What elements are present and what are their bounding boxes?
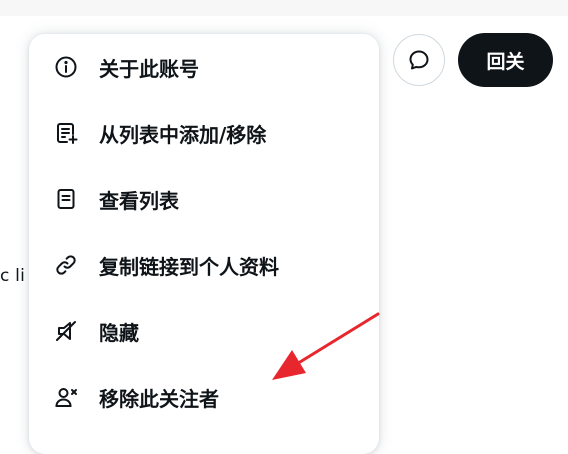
list-add-icon bbox=[53, 120, 79, 146]
menu-item-copy-profile-link[interactable]: 复制链接到个人资料 bbox=[29, 232, 379, 298]
menu-item-about-account[interactable]: 关于此账号 bbox=[29, 34, 379, 100]
menu-item-label: 复制链接到个人资料 bbox=[99, 254, 279, 279]
menu-item-label: 隐藏 bbox=[99, 320, 139, 345]
background-text: c li bbox=[0, 266, 25, 286]
message-icon bbox=[409, 50, 429, 70]
message-button[interactable] bbox=[393, 34, 445, 86]
remove-follower-icon bbox=[53, 384, 79, 410]
menu-item-remove-follower[interactable]: 移除此关注者 bbox=[29, 364, 379, 430]
menu-item-view-lists[interactable]: 查看列表 bbox=[29, 166, 379, 232]
mute-icon bbox=[53, 318, 79, 344]
menu-item-label: 移除此关注者 bbox=[99, 386, 219, 411]
info-icon bbox=[53, 54, 79, 80]
menu-item-label: 从列表中添加/移除 bbox=[99, 122, 267, 147]
link-icon bbox=[53, 252, 79, 278]
menu-item-label: 关于此账号 bbox=[99, 56, 199, 81]
menu-item-add-remove-lists[interactable]: 从列表中添加/移除 bbox=[29, 100, 379, 166]
top-strip bbox=[0, 0, 568, 16]
menu-item-label: 查看列表 bbox=[99, 188, 179, 213]
more-options-menu: 关于此账号 从列表中添加/移除 查看列表 复制链接到个人资料 隐藏 移除此关注者 bbox=[29, 34, 379, 454]
follow-back-button[interactable]: 回关 bbox=[458, 33, 553, 87]
menu-item-mute[interactable]: 隐藏 bbox=[29, 298, 379, 364]
list-icon bbox=[53, 186, 79, 212]
